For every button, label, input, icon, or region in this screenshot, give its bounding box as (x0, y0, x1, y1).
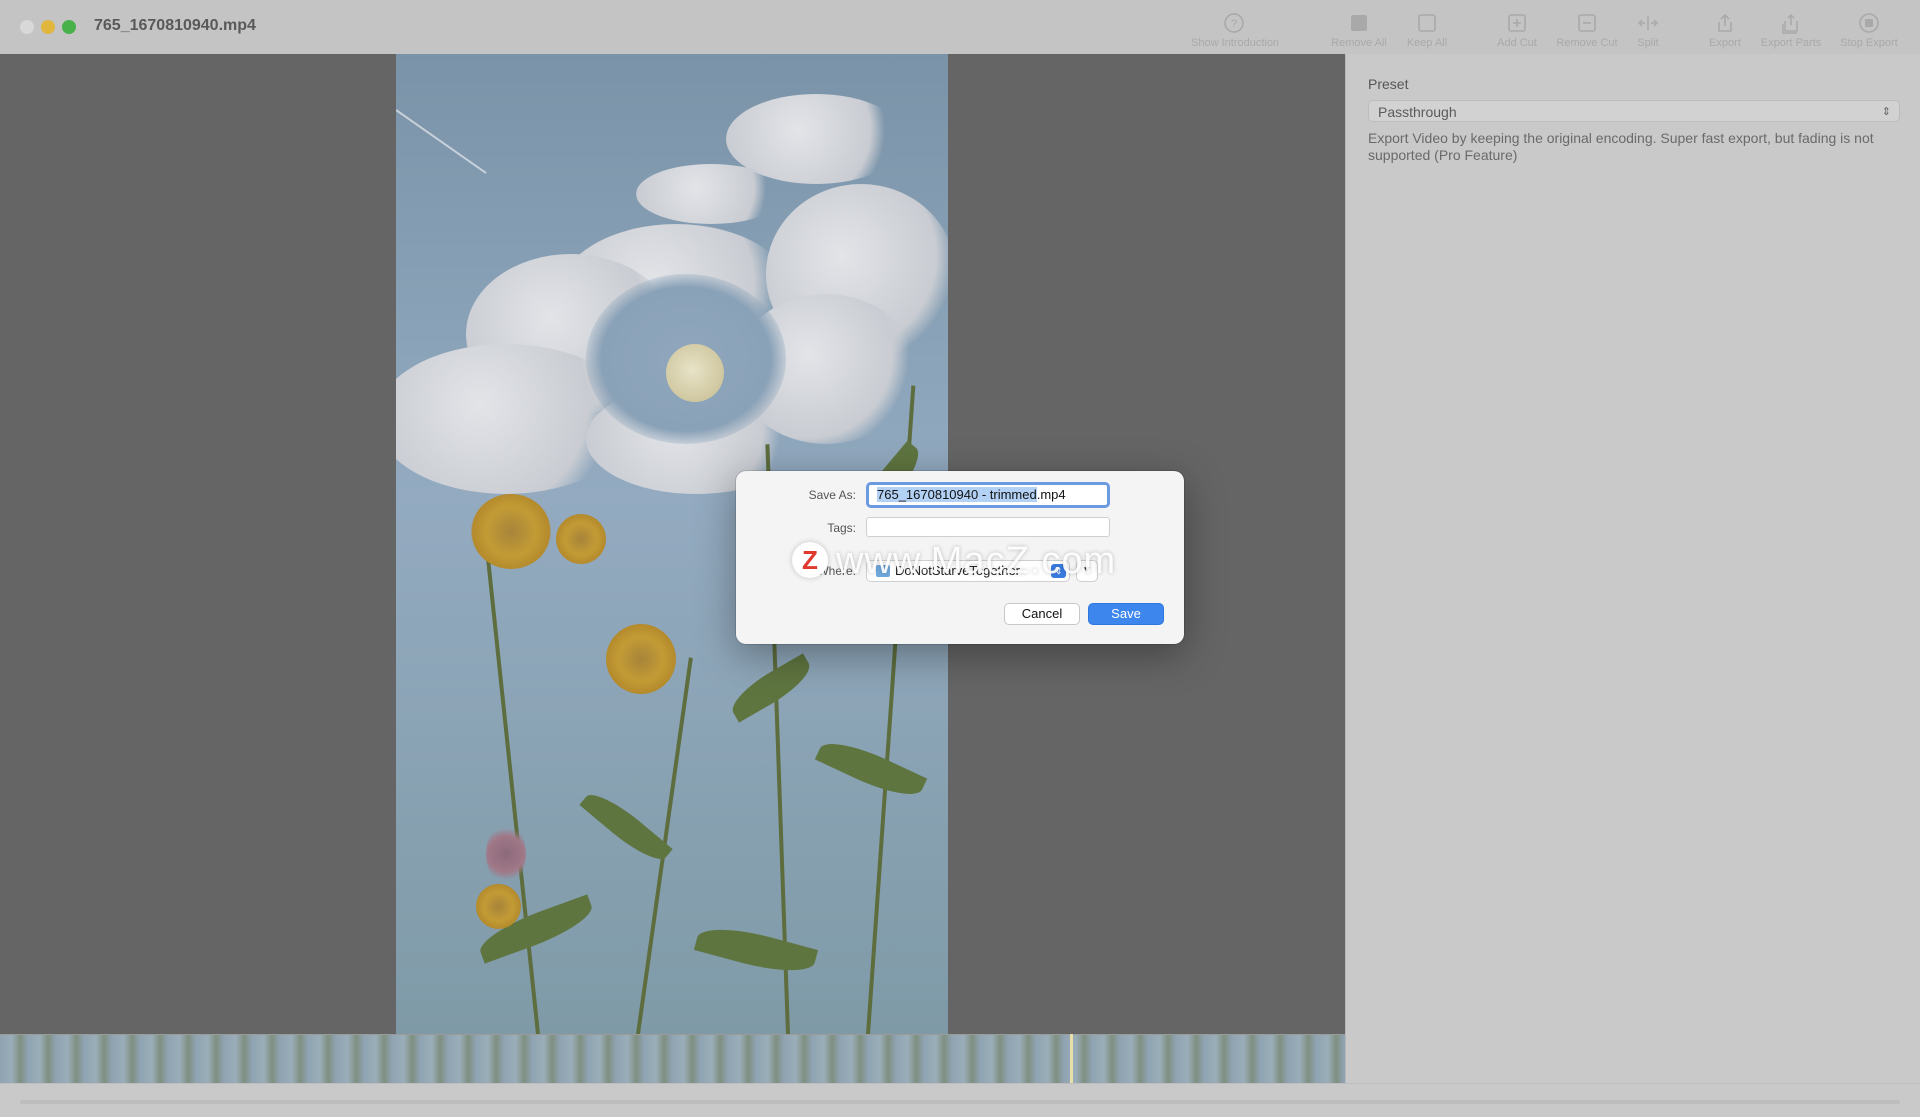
empty-square-icon (1418, 14, 1436, 32)
moon-decoration (666, 344, 724, 402)
preset-select[interactable]: Passthrough ⇕ (1368, 100, 1900, 122)
plus-square-icon (1508, 14, 1526, 32)
save-as-label: Save As: (808, 488, 856, 502)
timeline-playhead[interactable] (1070, 1034, 1073, 1083)
split-button[interactable]: Split (1608, 8, 1688, 52)
stop-export-button[interactable]: Stop Export (1826, 8, 1912, 52)
zoom-window-button[interactable] (62, 20, 76, 34)
leaf-decoration (579, 784, 673, 870)
window-title: 765_1670810940.mp4 (94, 17, 256, 34)
toolbar-label: Split (1637, 37, 1659, 49)
scrollbar-thumb[interactable] (20, 1100, 1900, 1104)
split-arrows-icon (1637, 16, 1659, 30)
preset-label: Preset (1368, 76, 1409, 92)
flower-decoration (471, 494, 551, 569)
tags-label: Tags: (827, 521, 856, 535)
toolbar-label: Show Introduction (1191, 37, 1280, 49)
question-circle-icon: ? (1224, 13, 1244, 33)
export-parts-button[interactable]: Export Parts (1748, 8, 1834, 52)
cancel-button[interactable]: Cancel (1004, 603, 1080, 625)
preset-value: Passthrough (1378, 104, 1457, 120)
export-settings-panel: Preset Passthrough ⇕ Export Video by kee… (1345, 54, 1920, 1083)
save-button[interactable]: Save (1088, 603, 1164, 625)
timeline-filmstrip[interactable] (0, 1034, 1345, 1084)
minimize-window-button[interactable] (41, 20, 55, 34)
filename-extension: .mp4 (1036, 487, 1066, 502)
cloud-decoration (636, 164, 786, 224)
flower-decoration (556, 514, 606, 564)
contrail-decoration (396, 109, 487, 174)
tags-input[interactable] (866, 517, 1110, 537)
flower-decoration (486, 824, 526, 884)
watermark-text: www.MacZ.com (836, 540, 1117, 582)
show-introduction-button[interactable]: ? Show Introduction (1191, 8, 1280, 52)
filename-selected-text: 765_1670810940 - trimmed (877, 487, 1037, 502)
filled-square-icon (1351, 15, 1367, 31)
toolbar-label: Export Parts (1760, 37, 1822, 49)
preset-description: Export Video by keeping the original enc… (1368, 130, 1874, 163)
leaf-decoration (725, 653, 817, 723)
toolbar-label: Keep All (1406, 37, 1448, 49)
leaf-decoration (814, 732, 928, 806)
svg-text:?: ? (1231, 18, 1237, 30)
watermark-logo: Z (792, 542, 828, 578)
share-multiple-icon (1782, 13, 1798, 34)
flower-decoration (476, 884, 521, 929)
app-window: 765_1670810940.mp4 ? Show Introduction R… (0, 0, 1920, 1117)
timeline-scrollbar[interactable] (0, 1083, 1920, 1117)
title-bar: 765_1670810940.mp4 ? Show Introduction R… (0, 0, 1920, 55)
stop-circle-icon (1859, 13, 1879, 33)
close-window-button[interactable] (20, 20, 34, 34)
toolbar-label: Stop Export (1840, 37, 1898, 49)
keep-all-button[interactable]: Keep All (1386, 8, 1468, 52)
share-icon (1718, 13, 1732, 32)
flower-decoration (606, 624, 676, 694)
leaf-decoration (693, 919, 819, 981)
minus-square-icon (1578, 14, 1596, 32)
save-as-input[interactable]: 765_1670810940 - trimmed.mp4 (866, 482, 1110, 508)
chevron-updown-icon: ⇕ (1881, 106, 1891, 118)
